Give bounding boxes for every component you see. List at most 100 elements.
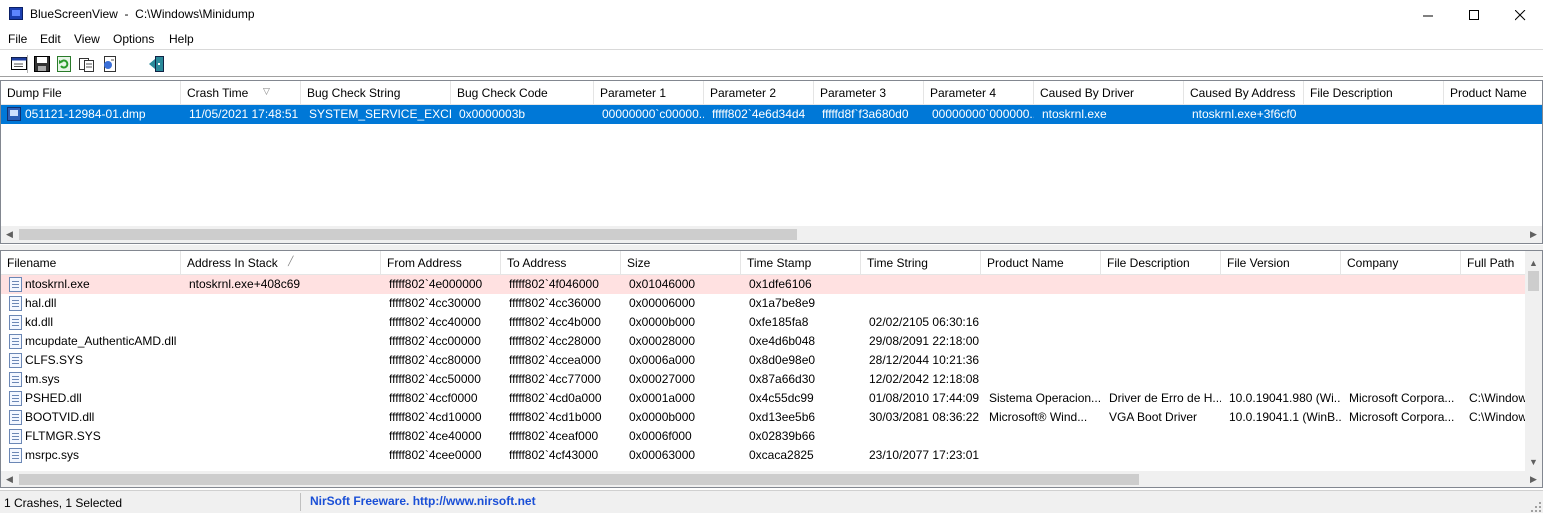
module-row[interactable]: mcupdate_AuthenticAMD.dll fffff802`4cc000… xyxy=(1,332,1527,351)
column-crash-time[interactable]: Crash Time xyxy=(181,81,301,105)
time-stamp: 0x8d0e98e0 xyxy=(749,353,816,367)
column-product-name[interactable]: Product Name xyxy=(1444,81,1542,105)
column-from-address[interactable]: From Address xyxy=(381,251,501,275)
module-row[interactable]: kd.dll fffff802`4cc40000 fffff802`4cc4b000… xyxy=(1,313,1527,332)
column-time-stamp[interactable]: Time Stamp xyxy=(741,251,861,275)
module-row[interactable]: CLFS.SYS fffff802`4cc80000 fffff802`4ccea0… xyxy=(1,351,1527,370)
scroll-right-icon[interactable]: ▶ xyxy=(1525,472,1542,487)
crash-list-hscrollbar[interactable]: ◀ ▶ xyxy=(1,226,1542,243)
from-address: fffff802`4ccf0000 xyxy=(389,391,478,405)
maximize-icon xyxy=(1468,9,1479,20)
filename: tm.sys xyxy=(25,372,60,386)
scroll-thumb[interactable] xyxy=(19,474,1139,485)
nirsoft-link[interactable]: NirSoft Freeware. http://www.nirsoft.net xyxy=(310,494,536,508)
from-address: fffff802`4cc40000 xyxy=(389,315,481,329)
column-full-path[interactable]: Full Path xyxy=(1461,251,1527,275)
module-row[interactable]: hal.dll fffff802`4cc30000 fffff802`4cc3600… xyxy=(1,294,1527,313)
crash-list[interactable]: Dump File Crash Time ▽ Bug Check String … xyxy=(0,80,1543,244)
time-string: 29/08/2091 22:18:00 xyxy=(869,334,980,348)
column-bug-check-code[interactable]: Bug Check Code xyxy=(451,81,594,105)
close-button[interactable] xyxy=(1497,0,1543,30)
column-company[interactable]: Company xyxy=(1341,251,1461,275)
menu-help[interactable]: Help xyxy=(169,32,194,46)
column-to-address[interactable]: To Address xyxy=(501,251,621,275)
time-stamp: 0x87a66d30 xyxy=(749,372,816,386)
time-stamp: 0x1a7be8e9 xyxy=(749,296,816,310)
sort-indicator-icon: ╱ xyxy=(288,256,294,266)
address-in-stack: ntoskrnl.exe+408c69 xyxy=(189,277,301,291)
column-address-in-stack[interactable]: Address In Stack xyxy=(181,251,381,275)
refresh-button[interactable] xyxy=(55,55,73,73)
html-report-button[interactable] xyxy=(101,55,119,73)
column-file-version[interactable]: File Version xyxy=(1221,251,1341,275)
column-file-description[interactable]: File Description xyxy=(1101,251,1221,275)
file-description: VGA Boot Driver xyxy=(1109,410,1198,424)
menu-edit[interactable]: Edit xyxy=(40,32,61,46)
from-address: fffff802`4e000000 xyxy=(389,277,483,291)
column-parameter-1[interactable]: Parameter 1 xyxy=(594,81,704,105)
column-time-string[interactable]: Time String xyxy=(861,251,981,275)
maximize-button[interactable] xyxy=(1451,0,1497,30)
menu-options[interactable]: Options xyxy=(113,32,154,46)
size: 0x00006000 xyxy=(629,296,696,310)
status-bar: 1 Crashes, 1 Selected NirSoft Freeware. … xyxy=(0,490,1543,513)
module-list[interactable]: Filename Address In Stack ╱ From Address… xyxy=(0,250,1543,488)
from-address: fffff802`4cc00000 xyxy=(389,334,481,348)
module-row[interactable]: ntoskrnl.exe ntoskrnl.exe+408c69 fffff802`… xyxy=(1,275,1527,294)
column-filename[interactable]: Filename xyxy=(1,251,181,275)
to-address: fffff802`4cd0a000 xyxy=(509,391,602,405)
properties-button[interactable] xyxy=(10,55,28,73)
from-address: fffff802`4cc30000 xyxy=(389,296,481,310)
minimize-icon xyxy=(1422,15,1433,16)
column-parameter-4[interactable]: Parameter 4 xyxy=(924,81,1034,105)
scroll-right-icon[interactable]: ▶ xyxy=(1525,227,1542,242)
column-parameter-3[interactable]: Parameter 3 xyxy=(814,81,924,105)
column-file-description[interactable]: File Description xyxy=(1304,81,1444,105)
from-address: fffff802`4cc80000 xyxy=(389,353,481,367)
time-string: 23/10/2077 17:23:01 xyxy=(869,448,980,462)
scroll-down-icon[interactable]: ▼ xyxy=(1525,454,1542,469)
scroll-thumb[interactable] xyxy=(1528,271,1539,291)
column-size[interactable]: Size xyxy=(621,251,741,275)
copy-button[interactable] xyxy=(78,55,96,73)
caused-by-address: ntoskrnl.exe+3f6cf0 xyxy=(1192,107,1297,121)
parameter-4: 00000000`000000... xyxy=(932,107,1034,121)
column-parameter-2[interactable]: Parameter 2 xyxy=(704,81,814,105)
module-list-hscrollbar[interactable]: ◀ ▶ xyxy=(1,471,1542,487)
to-address: fffff802`4ccea000 xyxy=(509,353,601,367)
menu-file[interactable]: File xyxy=(8,32,27,46)
column-product-name[interactable]: Product Name xyxy=(981,251,1101,275)
column-bug-check-string[interactable]: Bug Check String xyxy=(301,81,451,105)
save-button[interactable] xyxy=(33,55,51,73)
column-dump-file[interactable]: Dump File xyxy=(1,81,181,105)
time-string: 01/08/2010 17:44:09 xyxy=(869,391,980,405)
filename: BOOTVID.dll xyxy=(25,410,95,424)
module-row[interactable]: FLTMGR.SYS fffff802`4ce40000 fffff802`4cea… xyxy=(1,427,1527,446)
bug-check-code: 0x0000003b xyxy=(459,107,526,121)
status-crash-count: 1 Crashes, 1 Selected xyxy=(4,496,123,510)
size: 0x0001a000 xyxy=(629,391,696,405)
crash-row[interactable]: 051121-12984-01.dmp 11/05/2021 17:48:51 … xyxy=(1,105,1542,124)
time-stamp: 0xcaca2825 xyxy=(749,448,814,462)
column-caused-by-driver[interactable]: Caused By Driver xyxy=(1034,81,1184,105)
module-row[interactable]: msrpc.sys fffff802`4cee0000 fffff802`4cf43… xyxy=(1,446,1527,465)
column-caused-by-address[interactable]: Caused By Address xyxy=(1184,81,1304,105)
module-row[interactable]: PSHED.dll fffff802`4ccf0000 fffff802`4cd0a… xyxy=(1,389,1527,408)
to-address: fffff802`4f046000 xyxy=(509,277,599,291)
module-list-vscrollbar[interactable]: ▲ ▼ xyxy=(1525,251,1542,471)
scroll-left-icon[interactable]: ◀ xyxy=(1,472,18,487)
module-row[interactable]: BOOTVID.dll fffff802`4cd10000 fffff802`4cd… xyxy=(1,408,1527,427)
scroll-left-icon[interactable]: ◀ xyxy=(1,227,18,242)
minimize-button[interactable] xyxy=(1405,0,1451,30)
scroll-thumb[interactable] xyxy=(19,229,797,240)
crash-list-header: Dump File Crash Time ▽ Bug Check String … xyxy=(1,81,1542,105)
exit-button[interactable] xyxy=(148,55,166,73)
parameter-1: 00000000`c00000... xyxy=(602,107,704,121)
module-row[interactable]: tm.sys fffff802`4cc50000 fffff802`4cc77000… xyxy=(1,370,1527,389)
menu-view[interactable]: View xyxy=(74,32,100,46)
size: 0x00028000 xyxy=(629,334,696,348)
from-address: fffff802`4cc50000 xyxy=(389,372,481,386)
resize-grip-icon[interactable] xyxy=(1531,501,1541,512)
toolbar xyxy=(0,51,1543,77)
scroll-up-icon[interactable]: ▲ xyxy=(1525,255,1542,270)
